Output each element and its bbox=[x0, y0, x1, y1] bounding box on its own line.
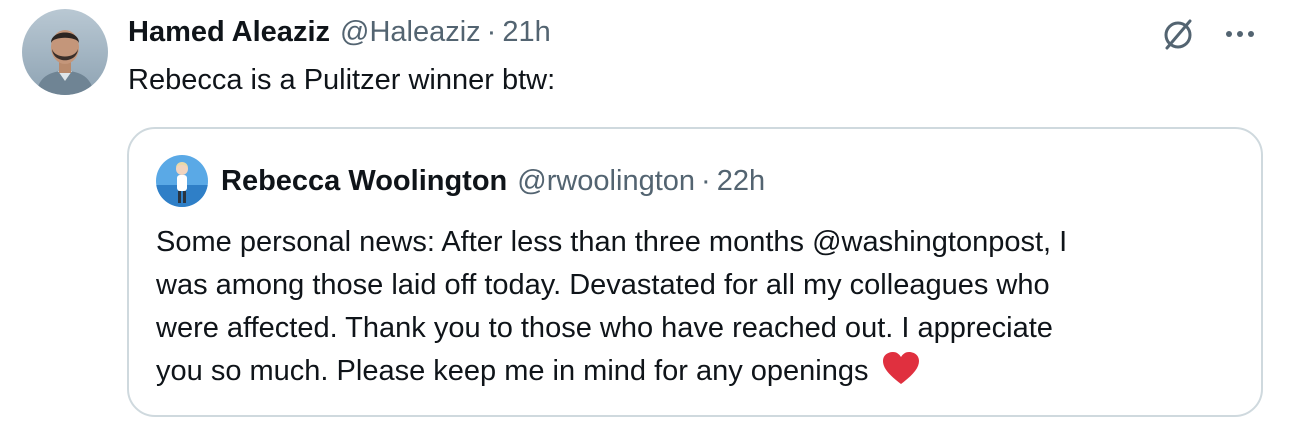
quoted-author-avatar-image bbox=[156, 155, 208, 207]
quoted-text-line: was among those laid off today. Devastat… bbox=[156, 269, 1050, 301]
header-separator: · bbox=[486, 15, 497, 48]
tweet-actions bbox=[1156, 12, 1262, 56]
tweet-header: Hamed Aleaziz @Haleaziz · 21h bbox=[128, 12, 551, 52]
author-avatar[interactable] bbox=[22, 9, 108, 95]
quoted-text-line: Some personal news: After less than thre… bbox=[156, 226, 1068, 258]
quoted-tweet-card[interactable]: Rebecca Woolington @rwoolington · 22h So… bbox=[127, 127, 1263, 417]
quoted-author-avatar[interactable] bbox=[156, 155, 208, 207]
quoted-tweet-text: Some personal news: After less than thre… bbox=[156, 221, 1246, 399]
quoted-text-line: you so much. Please keep me in mind for … bbox=[156, 355, 869, 387]
quoted-text-line-last: you so much. Please keep me in mind for … bbox=[156, 350, 1246, 399]
more-horizontal-icon bbox=[1226, 31, 1254, 37]
author-name[interactable]: Hamed Aleaziz bbox=[128, 16, 330, 49]
author-avatar-image bbox=[22, 9, 108, 95]
quoted-tweet-header: Rebecca Woolington @rwoolington · 22h bbox=[221, 161, 765, 201]
quoted-author-name[interactable]: Rebecca Woolington bbox=[221, 165, 507, 198]
red-heart-icon bbox=[881, 350, 921, 399]
grok-slash-circle-icon bbox=[1164, 19, 1192, 50]
quoted-header-separator: · bbox=[701, 164, 711, 197]
quoted-text-line: were affected. Thank you to those who ha… bbox=[156, 312, 1053, 344]
quoted-tweet-timestamp[interactable]: 22h bbox=[717, 165, 765, 198]
tweet-text: Rebecca is a Pulitzer winner btw: bbox=[128, 64, 556, 96]
grok-button[interactable] bbox=[1156, 12, 1200, 56]
tweet-timestamp[interactable]: 21h bbox=[502, 16, 550, 49]
more-button[interactable] bbox=[1218, 12, 1262, 56]
quoted-author-handle[interactable]: @rwoolington bbox=[517, 165, 695, 198]
tweet: Hamed Aleaziz @Haleaziz · 21h Rebecca is… bbox=[0, 0, 1304, 430]
author-handle[interactable]: @Haleaziz bbox=[340, 16, 481, 49]
